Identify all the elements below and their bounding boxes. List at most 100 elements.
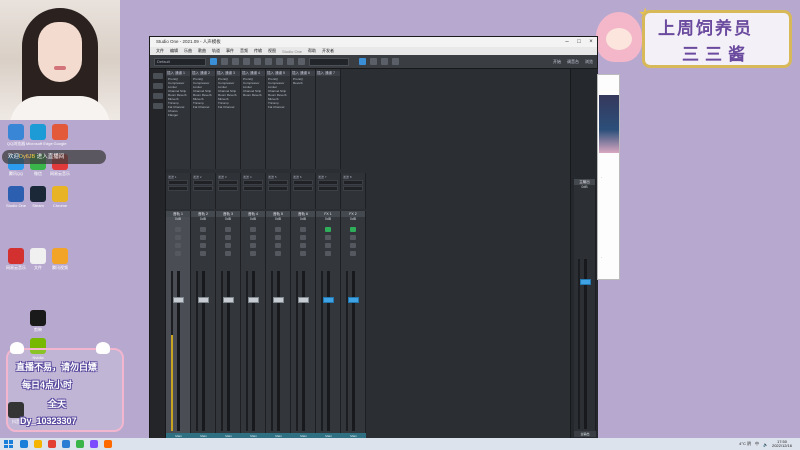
- input-language[interactable]: 中: [755, 441, 759, 447]
- left-strip-button[interactable]: [152, 73, 163, 79]
- desktop-icon[interactable]: Chrome: [48, 186, 72, 208]
- send-slot[interactable]: [243, 186, 263, 191]
- send-slot[interactable]: [293, 186, 313, 191]
- volume-fader[interactable]: [298, 296, 309, 303]
- menu-item[interactable]: 编辑: [170, 48, 178, 54]
- send-slot[interactable]: [218, 186, 238, 191]
- solo-button[interactable]: [200, 235, 206, 240]
- volume-fader[interactable]: [248, 296, 259, 303]
- record-button[interactable]: [300, 243, 306, 248]
- toolbar-start[interactable]: 开始: [553, 59, 561, 65]
- master-fader[interactable]: [580, 279, 591, 285]
- insert-header[interactable]: 插入 通道 3: [216, 71, 240, 76]
- mute-button[interactable]: [300, 227, 306, 232]
- channel-strip[interactable]: 音轨 5 0dB Main: [266, 211, 291, 439]
- maximize-icon[interactable]: □: [573, 39, 585, 45]
- channel-strip[interactable]: 音轨 2 0dB Main: [191, 211, 216, 439]
- windows-start-icon[interactable]: [4, 440, 14, 448]
- range-tool-icon[interactable]: [221, 58, 228, 65]
- record-button[interactable]: [325, 243, 331, 248]
- solo-button[interactable]: [225, 235, 231, 240]
- channel-strip[interactable]: 音轨 1 0dB Main: [166, 211, 191, 439]
- left-strip-button[interactable]: [152, 93, 163, 99]
- channel-strip[interactable]: FX 2 0dB Main: [341, 211, 366, 439]
- mute-button[interactable]: [250, 227, 256, 232]
- record-button[interactable]: [200, 243, 206, 248]
- desktop-icon[interactable]: Microsoft Edge: [26, 124, 53, 146]
- send-slot[interactable]: [193, 180, 213, 185]
- volume-fader[interactable]: [273, 296, 284, 303]
- taskbar-app-icon[interactable]: [76, 440, 84, 448]
- taskbar-app-icon[interactable]: [62, 440, 70, 448]
- monitor-button[interactable]: [250, 251, 256, 256]
- menu-item[interactable]: 传输: [254, 48, 262, 54]
- solo-button[interactable]: [300, 235, 306, 240]
- taskbar-app-icon[interactable]: [90, 440, 98, 448]
- send-slot[interactable]: [268, 186, 288, 191]
- send-slot[interactable]: [218, 180, 238, 185]
- record-button[interactable]: [350, 243, 356, 248]
- snap-field[interactable]: [309, 57, 349, 66]
- volume-fader[interactable]: [223, 296, 234, 303]
- monitor-button[interactable]: [175, 251, 181, 256]
- solo-button[interactable]: [175, 235, 181, 240]
- menu-item[interactable]: Studio One: [282, 49, 302, 54]
- desktop-icon[interactable]: Steam: [26, 186, 50, 208]
- grid-icon[interactable]: [381, 58, 388, 65]
- insert-slot[interactable]: Fat Channel: [266, 105, 290, 109]
- mute-button[interactable]: [200, 227, 206, 232]
- left-strip-button[interactable]: [152, 103, 163, 109]
- desktop-icon[interactable]: 网易云音乐: [4, 248, 28, 270]
- view-toggle-icon[interactable]: [370, 58, 377, 65]
- snap-icon[interactable]: [298, 58, 305, 65]
- left-strip-button[interactable]: [152, 83, 163, 89]
- send-slot[interactable]: [318, 186, 338, 191]
- volume-fader[interactable]: [173, 296, 184, 303]
- monitor-button[interactable]: [300, 251, 306, 256]
- paint-tool-icon[interactable]: [254, 58, 261, 65]
- desktop-icon[interactable]: 文件: [26, 248, 50, 270]
- insert-slot[interactable]: Fat Channel: [191, 105, 215, 109]
- send-slot[interactable]: [343, 180, 363, 185]
- desktop-icon[interactable]: 腾讯视频: [48, 248, 72, 270]
- record-button[interactable]: [275, 243, 281, 248]
- insert-slot[interactable]: Reverb: [291, 81, 315, 85]
- monitor-button[interactable]: [200, 251, 206, 256]
- desktop-icon[interactable]: Studio One: [4, 186, 28, 208]
- monitor-button[interactable]: [350, 251, 356, 256]
- mute-button[interactable]: [350, 227, 356, 232]
- insert-header[interactable]: 插入 通道 2: [191, 71, 215, 76]
- insert-header[interactable]: 插入 通道 6: [291, 71, 315, 76]
- send-slot[interactable]: [168, 180, 188, 185]
- insert-slot[interactable]: Fat Channel: [216, 105, 240, 109]
- send-slot[interactable]: [343, 186, 363, 191]
- insert-header[interactable]: 插入 通道 1: [166, 71, 190, 76]
- desktop-icon[interactable]: QQ浏览器: [4, 124, 28, 146]
- minimize-icon[interactable]: –: [561, 39, 573, 45]
- menu-item[interactable]: 乐曲: [184, 48, 192, 54]
- record-button[interactable]: [250, 243, 256, 248]
- taskbar-app-icon[interactable]: [34, 440, 42, 448]
- channel-strip[interactable]: 音轨 3 0dB Main: [216, 211, 241, 439]
- volume-fader[interactable]: [348, 296, 359, 303]
- volume-fader[interactable]: [198, 296, 209, 303]
- send-slot[interactable]: [243, 180, 263, 185]
- mute-button[interactable]: [225, 227, 231, 232]
- list-icon[interactable]: [392, 58, 399, 65]
- loop-icon[interactable]: [359, 58, 366, 65]
- mute-tool-icon[interactable]: [265, 58, 272, 65]
- mute-button[interactable]: [275, 227, 281, 232]
- taskbar-app-icon[interactable]: [104, 440, 112, 448]
- desktop-icon[interactable]: Google: [48, 124, 72, 146]
- volume-fader[interactable]: [323, 296, 334, 303]
- toolbar-browse[interactable]: 浏览: [585, 59, 593, 65]
- preset-field[interactable]: Default: [154, 57, 206, 66]
- record-button[interactable]: [225, 243, 231, 248]
- insert-slot[interactable]: Room Reverb: [241, 93, 265, 97]
- mute-button[interactable]: [325, 227, 331, 232]
- clock[interactable]: 17:50 2022/12/16: [772, 439, 792, 449]
- insert-header[interactable]: 插入 通道 4: [241, 71, 265, 76]
- send-slot[interactable]: [293, 180, 313, 185]
- toolbar-mixer[interactable]: 调音台: [567, 59, 579, 65]
- taskbar-app-icon[interactable]: [20, 440, 28, 448]
